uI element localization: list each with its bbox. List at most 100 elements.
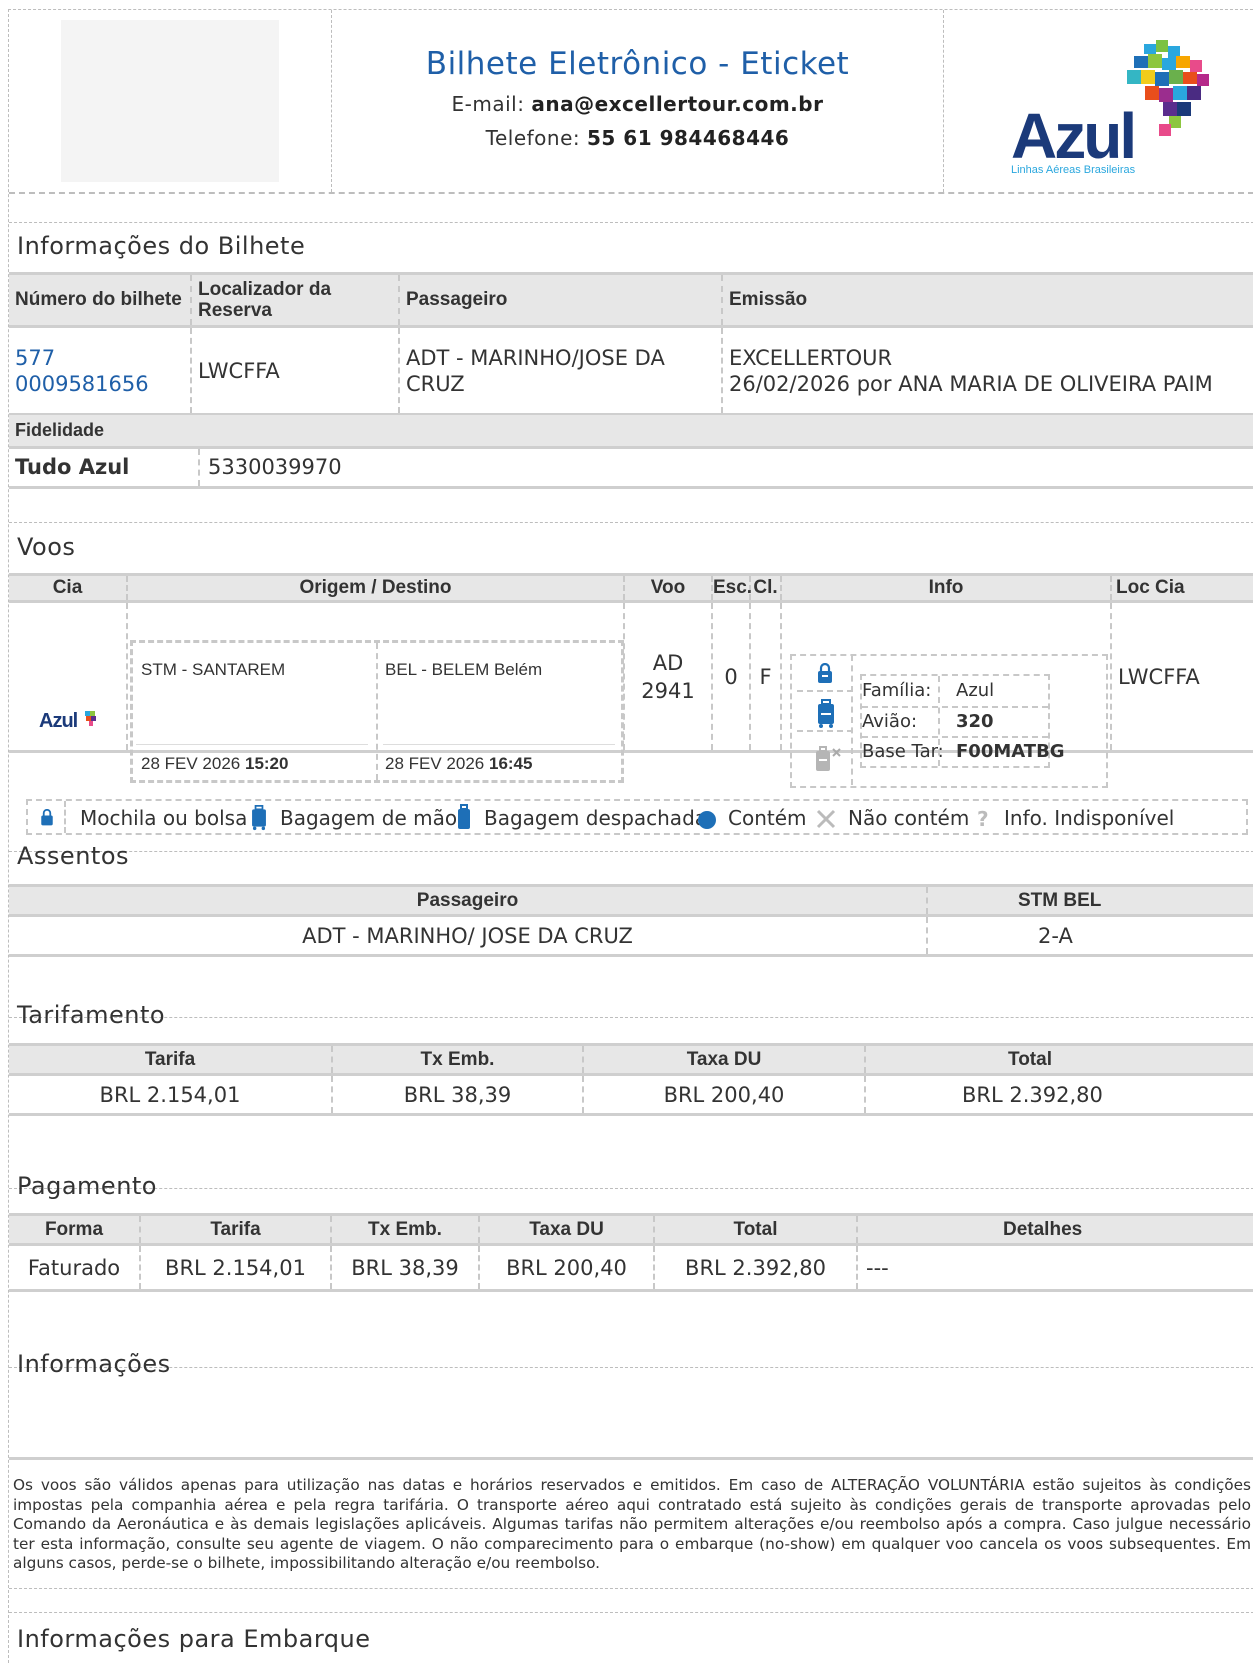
col-origin-destination: Origem / Destino bbox=[127, 574, 625, 602]
issue-agency: EXCELLERTOUR bbox=[729, 345, 893, 370]
col-passenger: Passageiro bbox=[399, 273, 723, 327]
fare-basis-label: Base Tar: bbox=[862, 741, 944, 762]
origin: STM - SANTAREM bbox=[141, 660, 286, 679]
not-contains-icon bbox=[816, 809, 836, 829]
carry-on-included-icon bbox=[818, 699, 834, 728]
loyalty-header: Fidelidade bbox=[9, 415, 1253, 447]
legend-not-contains: Não contém bbox=[848, 806, 970, 830]
col-payment-fare: Tarifa bbox=[140, 1214, 332, 1245]
payment-row: Faturado BRL 2.154,01 BRL 38,39 BRL 200,… bbox=[9, 1244, 1253, 1291]
phone-line: Telefone: 55 61 984468446 bbox=[332, 126, 943, 150]
divider bbox=[9, 851, 1253, 852]
payment-details-value: --- bbox=[866, 1255, 889, 1280]
baggage-icons-column bbox=[797, 655, 853, 785]
destination-datetime: 28 FEV 2026 16:45 bbox=[385, 754, 532, 774]
col-payment-du-tax: Taxa DU bbox=[479, 1214, 655, 1245]
agency-logo-cell bbox=[9, 10, 332, 192]
email-line: E-mail: ana@excellertour.com.br bbox=[332, 92, 943, 116]
backpack-icon bbox=[41, 809, 53, 826]
origin-date: 28 FEV 2026 bbox=[141, 754, 241, 773]
divider bbox=[9, 522, 1253, 523]
azul-logo-subtext: Linhas Aéreas Brasileiras bbox=[1011, 164, 1136, 176]
section-title-fares: Tarifamento bbox=[17, 1001, 166, 1029]
locator-cell: LWCFFA bbox=[191, 326, 400, 415]
azul-small-logo-text: Azul bbox=[39, 710, 78, 732]
legend-unavailable: Info. Indisponível bbox=[1004, 806, 1175, 830]
legend-contains: Contém bbox=[728, 806, 807, 830]
phone-value: 55 61 984468446 bbox=[587, 126, 790, 150]
unavailable-icon: ? bbox=[977, 807, 989, 830]
col-payment-details: Detalhes bbox=[857, 1214, 1253, 1245]
col-fare: Tarifa bbox=[9, 1044, 333, 1075]
col-payment-boarding-tax: Tx Emb. bbox=[331, 1214, 480, 1245]
fares-row: BRL 2.154,01 BRL 38,39 BRL 200,40 BRL 2.… bbox=[9, 1074, 1253, 1115]
header-contact-cell: Bilhete Eletrônico - Eticket E-mail: ana… bbox=[332, 10, 944, 192]
email-value[interactable]: ana@excellertour.com.br bbox=[531, 92, 823, 116]
fare-basis-value: F00MATBG bbox=[956, 741, 1065, 762]
col-airline: Cia bbox=[9, 574, 128, 602]
ticket-info-row: 577 0009581656 LWCFFA ADT - MARINHO/JOSE… bbox=[9, 326, 1253, 415]
azul-airline-logo: Azul Linhas Aéreas Brasileiras bbox=[1011, 40, 1209, 176]
svg-text:?: ? bbox=[977, 807, 989, 830]
ticket-info-header-row: Número do bilhete Localizador da Reserva… bbox=[9, 273, 1253, 327]
col-issue: Emissão bbox=[722, 273, 1253, 327]
issue-cell: EXCELLERTOUR 26/02/2026 por ANA MARIA DE… bbox=[722, 327, 1253, 415]
col-ticket-number: Número do bilhete bbox=[9, 273, 192, 327]
divider bbox=[9, 1367, 1253, 1368]
destination-date: 28 FEV 2026 bbox=[385, 754, 485, 773]
brazil-map-icon bbox=[1127, 40, 1209, 136]
col-flight: Voo bbox=[624, 574, 713, 602]
divider bbox=[9, 1612, 1253, 1613]
col-stops: Esc. bbox=[712, 574, 752, 602]
col-info: Info bbox=[781, 574, 1112, 602]
divider bbox=[9, 222, 1253, 223]
ticket-number-link-2[interactable]: 0009581656 bbox=[15, 371, 190, 397]
header: Bilhete Eletrônico - Eticket E-mail: ana… bbox=[9, 10, 1253, 194]
info-paragraph: Os voos são válidos apenas para utilizaç… bbox=[13, 1476, 1251, 1573]
col-payment-form: Forma bbox=[9, 1214, 141, 1245]
stops-cell: 0 bbox=[712, 601, 751, 752]
baggage-legend: Mochila ou bolsa Bagagem de mão Bagagem … bbox=[26, 799, 1248, 835]
aircraft-label: Avião: bbox=[862, 711, 918, 732]
seats-header-row: Passageiro STM BEL bbox=[9, 885, 1253, 916]
family-label: Família: bbox=[862, 680, 932, 701]
flights-header-row: Cia Origem / Destino Voo Esc. Cl. Info L… bbox=[9, 574, 1253, 602]
legend-backpack: Mochila ou bolsa bbox=[80, 806, 248, 830]
destination-time: 16:45 bbox=[488, 754, 533, 773]
email-label: E-mail: bbox=[451, 92, 525, 116]
section-title-ticket: Informações do Bilhete bbox=[17, 232, 306, 260]
divider bbox=[9, 1188, 1253, 1189]
class-cell: F bbox=[750, 601, 782, 752]
seat-row: ADT - MARINHO/ JOSE DA CRUZ 2-A bbox=[9, 915, 1253, 956]
col-du-tax: Taxa DU bbox=[583, 1044, 866, 1075]
col-payment-total: Total bbox=[654, 1214, 858, 1245]
section-title-seats: Assentos bbox=[17, 842, 129, 870]
passenger-cell: ADT - MARINHO/JOSE DA CRUZ bbox=[399, 326, 723, 415]
divider bbox=[9, 1017, 1253, 1018]
col-seat-segment: STM BEL bbox=[927, 885, 1253, 916]
ticket-number-link-1[interactable]: 577 bbox=[15, 345, 190, 371]
flight-carrier: AD bbox=[652, 650, 684, 675]
fare-info-box: Família: Azul Avião: 320 Base Tar: F00MA… bbox=[860, 674, 1065, 768]
loc-cia-cell: LWCFFA bbox=[1118, 664, 1200, 689]
total-value: BRL 2.392,80 bbox=[962, 1082, 1103, 1107]
destination: BEL - BELEM Belém bbox=[385, 660, 543, 679]
payment-boarding-tax-value: BRL 38,39 bbox=[331, 1244, 480, 1291]
od-divider bbox=[376, 643, 378, 780]
loyalty-row: Tudo Azul 5330039970 bbox=[9, 447, 1253, 487]
checked-bag-icon bbox=[458, 804, 470, 829]
checked-bag-not-included-icon bbox=[816, 746, 841, 771]
azul-small-logo: Azul bbox=[39, 710, 96, 732]
eticket-page: Bilhete Eletrônico - Eticket E-mail: ana… bbox=[8, 9, 1253, 1663]
section-title-flights: Voos bbox=[17, 533, 76, 561]
agency-logo-placeholder bbox=[61, 20, 279, 182]
section-title-info: Informações bbox=[17, 1350, 171, 1378]
fares-table: Tarifa Tx Emb. Taxa DU Total BRL 2.154,0… bbox=[9, 1043, 1253, 1116]
col-seat-passenger: Passageiro bbox=[9, 885, 928, 916]
carry-on-icon bbox=[252, 805, 266, 831]
payment-du-tax-value: BRL 200,40 bbox=[479, 1244, 655, 1291]
payment-form-value: Faturado bbox=[9, 1244, 141, 1291]
phone-label: Telefone: bbox=[485, 126, 581, 150]
col-total: Total bbox=[865, 1044, 1253, 1075]
fare-value: BRL 2.154,01 bbox=[9, 1074, 333, 1115]
